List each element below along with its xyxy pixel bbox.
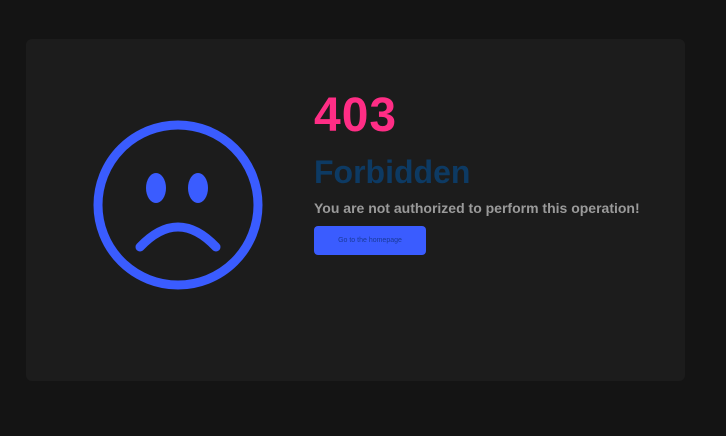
right-eye <box>188 173 208 203</box>
sad-face-icon <box>93 120 263 290</box>
error-message: You are not authorized to perform this o… <box>314 200 640 216</box>
face-outline <box>93 120 263 290</box>
error-title: Forbidden <box>314 154 471 190</box>
go-homepage-button[interactable]: Go to the homepage <box>314 226 426 255</box>
left-eye <box>146 173 166 203</box>
error-code: 403 <box>314 89 398 142</box>
frown-mouth <box>135 222 221 252</box>
